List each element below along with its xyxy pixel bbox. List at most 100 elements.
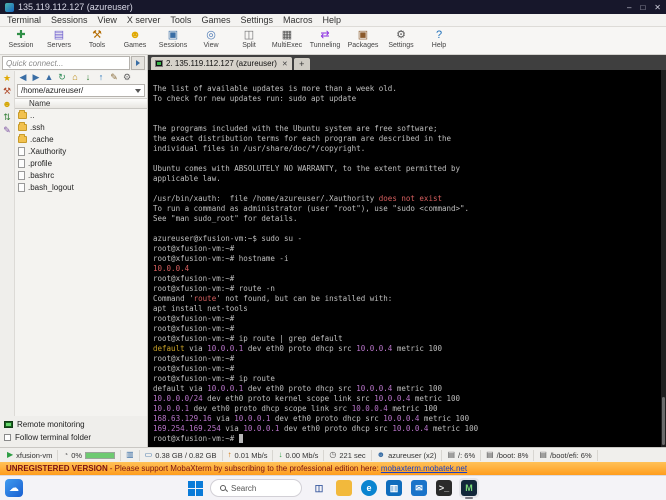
folder-icon <box>18 136 27 143</box>
split-icon: ◫ <box>244 28 254 42</box>
upload-icon[interactable]: ↑ <box>95 72 107 83</box>
maximize-button[interactable]: □ <box>640 3 645 12</box>
close-button[interactable]: ✕ <box>654 3 661 12</box>
toolbar-tools-button[interactable]: ⚒Tools <box>78 28 116 49</box>
menu-macros[interactable]: Macros <box>278 15 318 25</box>
status-host-label: xfusion-vm <box>16 451 52 460</box>
download-icon[interactable]: ↓ <box>82 72 94 83</box>
terminal-output[interactable]: The list of available updates is more th… <box>148 70 666 447</box>
file-row[interactable]: .bash_logout <box>15 181 147 193</box>
current-path: /home/azureuser/ <box>21 86 83 95</box>
file-list: ...ssh.cache.Xauthority.profile .bashrc.b… <box>15 109 147 416</box>
toolbar-sessions-button[interactable]: ▣Sessions <box>154 28 192 49</box>
file-name: .bashrc <box>28 171 54 180</box>
sftp-tab-icon[interactable]: ⇅ <box>3 113 11 122</box>
terminal-line <box>153 154 658 164</box>
scrollbar-thumb[interactable] <box>662 397 665 445</box>
menu-games[interactable]: Games <box>196 15 235 25</box>
users-icon: ☻ <box>377 451 385 459</box>
toolbar-packages-button[interactable]: ▣Packages <box>344 28 382 49</box>
terminal-scrollbar[interactable] <box>661 70 666 447</box>
monitor-icon <box>4 421 13 428</box>
home-icon[interactable]: ⌂ <box>69 72 81 83</box>
file-row[interactable]: .cache <box>15 133 147 145</box>
edit-icon[interactable]: ✎ <box>108 72 120 83</box>
toolbar-split-label: Split <box>242 42 256 49</box>
toolbar-tunneling-button[interactable]: ⇄Tunneling <box>306 28 344 49</box>
toolbar-split-button[interactable]: ◫Split <box>230 28 268 49</box>
status-users-label: azureuser (x2) <box>388 451 436 460</box>
store-icon[interactable]: ▥ <box>384 478 404 498</box>
menu-tools[interactable]: Tools <box>165 15 196 25</box>
mobaxterm-icon-glyph: M <box>461 480 477 496</box>
path-dropdown[interactable]: /home/azureuser/ <box>17 84 145 97</box>
terminal-line: root@xfusion-vm:~# <box>153 324 658 334</box>
quick-connect-input[interactable]: Quick connect... <box>2 56 130 70</box>
mobatek-link[interactable]: mobaxterm.mobatek.net <box>381 464 467 473</box>
remote-monitoring-button[interactable]: Remote monitoring <box>4 418 147 431</box>
games-tab-icon[interactable]: ☻ <box>2 100 11 109</box>
menu-sessions[interactable]: Sessions <box>46 15 93 25</box>
play-icon: ▶ <box>7 451 13 459</box>
toolbar-multiexec-button[interactable]: ▦MultiExec <box>268 28 306 49</box>
back-icon[interactable]: ◀ <box>17 72 29 83</box>
status-host: ▶xfusion-vm <box>2 450 58 461</box>
status-disk-root: ▤/: 6% <box>442 450 481 461</box>
menu-x-server[interactable]: X server <box>122 15 166 25</box>
mail-icon[interactable]: ✉ <box>409 478 429 498</box>
help-icon: ? <box>436 28 442 42</box>
column-header-name[interactable]: Name <box>15 98 147 109</box>
toolbar-view-button[interactable]: ◎View <box>192 28 230 49</box>
terminal-tab[interactable]: 2. 135.119.112.127 (azureuser) ✕ <box>151 57 292 70</box>
toolbar-session-button[interactable]: ✚Session <box>2 28 40 49</box>
status-cpu-label: 0% <box>71 451 82 460</box>
new-tab-button[interactable]: + <box>294 58 310 70</box>
sidebar-tab-strip: ★ ⚒ ☻ ⇅ ✎ <box>0 71 14 416</box>
up-icon[interactable]: ▲ <box>43 72 55 83</box>
mobaxterm-icon[interactable]: M <box>459 478 479 498</box>
terminal-line: 10.0.0.4 <box>153 264 658 274</box>
terminal-line: root@xfusion-vm:~# <box>153 274 658 284</box>
tools-tab-icon[interactable]: ⚒ <box>3 87 11 96</box>
status-disk-root-label: /: 6% <box>458 451 475 460</box>
toolbar-settings-button[interactable]: ⚙Settings <box>382 28 420 49</box>
menu-settings[interactable]: Settings <box>235 15 278 25</box>
file-row[interactable]: .. <box>15 109 147 121</box>
titlebar: 135.119.112.127 (azureuser) – □ ✕ <box>0 0 666 14</box>
widgets-icon[interactable]: ☁ <box>5 479 23 497</box>
terminal-line: To check for new updates run: sudo apt u… <box>153 94 658 104</box>
follow-terminal-folder-checkbox[interactable]: Follow terminal folder <box>4 431 147 444</box>
sessions-tab-icon[interactable]: ★ <box>3 74 11 83</box>
session-icon: ✚ <box>16 28 25 42</box>
terminal-line: The list of available updates is more th… <box>153 84 658 94</box>
terminal-app-icon[interactable]: >_ <box>434 478 454 498</box>
task-view-icon[interactable]: ◫ <box>309 478 329 498</box>
status-ram-label: 0.38 GB / 0.82 GB <box>155 451 216 460</box>
terminal-line <box>153 104 658 114</box>
taskbar-search[interactable]: Search <box>210 479 302 497</box>
toolbar-games-button[interactable]: ☻Games <box>116 28 154 49</box>
menu-view[interactable]: View <box>93 15 122 25</box>
start-button[interactable] <box>187 480 203 496</box>
file-row[interactable]: .bashrc <box>15 169 147 181</box>
file-row[interactable]: .profile <box>15 157 147 169</box>
file-row[interactable]: .ssh <box>15 121 147 133</box>
close-tab-icon[interactable]: ✕ <box>280 60 288 68</box>
macros-tab-icon[interactable]: ✎ <box>3 126 11 135</box>
gear-icon[interactable]: ⚙ <box>121 72 133 83</box>
toolbar-servers-button[interactable]: ▤Servers <box>40 28 78 49</box>
file-explorer-icon[interactable] <box>334 478 354 498</box>
toolbar-help-button[interactable]: ?Help <box>420 28 458 49</box>
minimize-button[interactable]: – <box>627 3 631 12</box>
file-icon <box>18 147 25 156</box>
terminal-line: the exact distribution terms for each pr… <box>153 134 658 144</box>
menu-help[interactable]: Help <box>318 15 347 25</box>
file-row[interactable]: .Xauthority <box>15 145 147 157</box>
quick-connect-button[interactable] <box>131 56 145 70</box>
menu-terminal[interactable]: Terminal <box>2 15 46 25</box>
task-view-icon-glyph: ◫ <box>311 480 327 496</box>
refresh-icon[interactable]: ↻ <box>56 72 68 83</box>
forward-icon[interactable]: ▶ <box>30 72 42 83</box>
edge-icon[interactable]: e <box>359 478 379 498</box>
menu-bar: TerminalSessionsViewX serverToolsGamesSe… <box>0 14 666 27</box>
